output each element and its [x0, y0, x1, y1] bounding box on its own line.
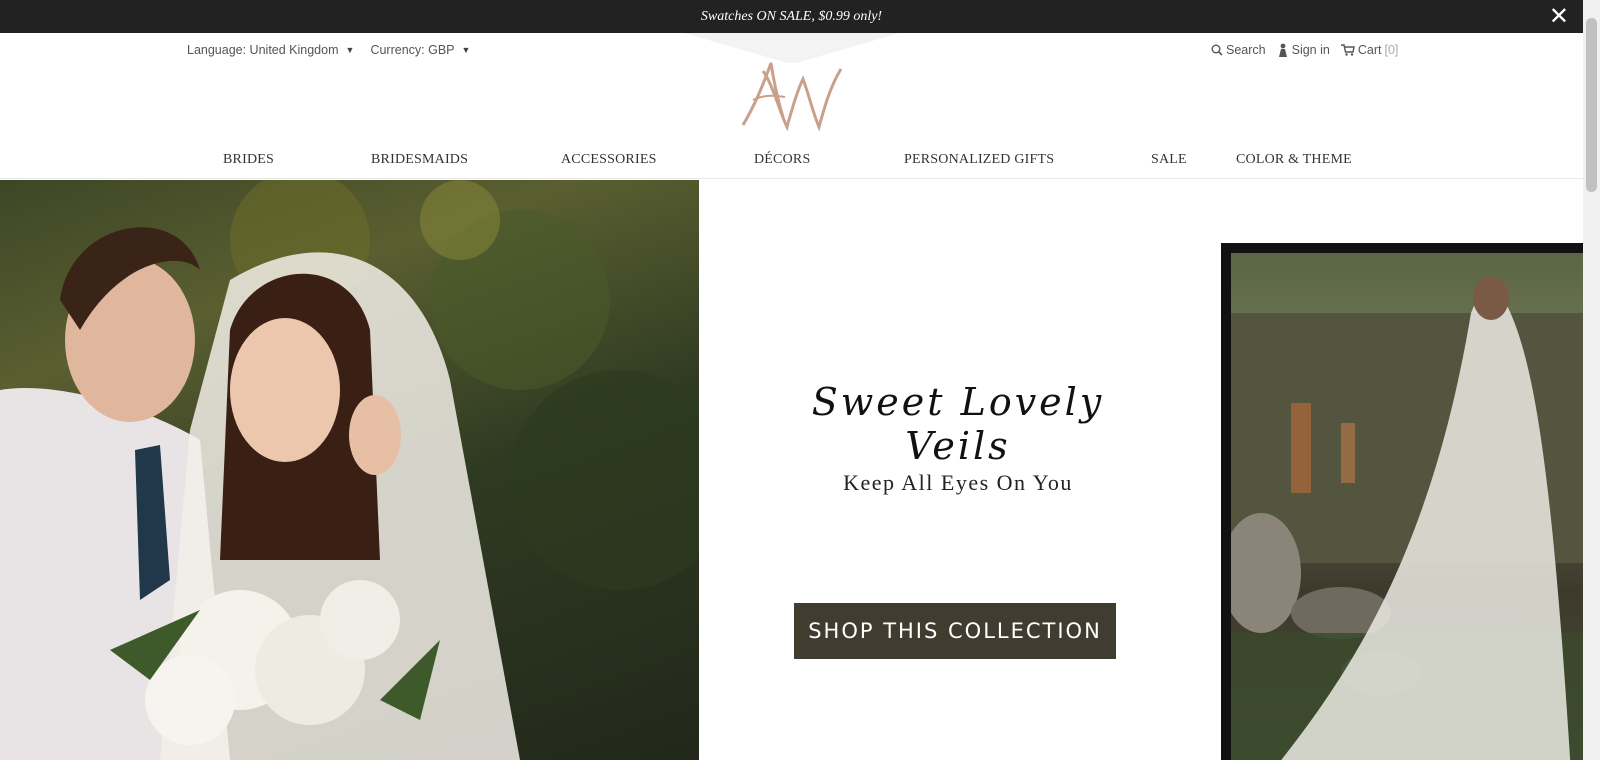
nav-item-decors[interactable]: DÉCORS	[754, 152, 810, 168]
search-icon	[1211, 44, 1223, 56]
nav-item-accessories[interactable]: ACCESSORIES	[561, 152, 657, 168]
person-icon	[1278, 43, 1287, 57]
close-icon[interactable]: ✕	[1549, 4, 1569, 28]
veil-photo-illustration	[1231, 276, 1583, 760]
account-links: Search Sign in Cart [0]	[1211, 43, 1398, 57]
promo-bar: Swatches ON SALE, $0.99 only! ✕	[0, 0, 1583, 33]
signin-link[interactable]: Sign in	[1277, 43, 1330, 57]
hero-headline: Sweet Lovely Veils	[811, 380, 1105, 468]
couple-photo-illustration	[0, 180, 699, 760]
cart-icon	[1340, 44, 1355, 56]
language-label: Language: United Kingdom	[187, 43, 339, 57]
search-link[interactable]: Search	[1211, 43, 1266, 57]
locale-selectors: Language: United Kingdom ▼ Currency: GBP…	[187, 43, 470, 57]
caret-down-icon: ▼	[461, 45, 471, 55]
language-selector[interactable]: Language: United Kingdom ▼	[187, 43, 354, 57]
currency-label: Currency: GBP	[370, 43, 455, 57]
veil-photo[interactable]	[1231, 253, 1583, 760]
site-header: Language: United Kingdom ▼ Currency: GBP…	[0, 33, 1583, 179]
nav-item-color-theme[interactable]: COLOR & THEME	[1236, 152, 1352, 168]
signin-label: Sign in	[1291, 43, 1330, 57]
search-label: Search	[1226, 43, 1266, 57]
scrollbar-thumb[interactable]	[1586, 18, 1597, 192]
caret-down-icon: ▼	[345, 45, 355, 55]
veil-photo-frame	[1221, 243, 1583, 760]
currency-selector[interactable]: Currency: GBP ▼	[370, 43, 470, 57]
monogram-logo-icon	[741, 62, 843, 132]
main-nav: BRIDES BRIDESMAIDS ACCESSORIES DÉCORS PE…	[0, 146, 1583, 176]
page-scrollbar[interactable]	[1583, 0, 1600, 760]
couple-photo[interactable]	[0, 180, 699, 760]
hero-banner: Sweet Lovely Veils Keep All Eyes On You …	[0, 180, 1583, 760]
site-logo[interactable]	[733, 55, 849, 135]
hero-subhead: Keep All Eyes On You	[843, 470, 1073, 495]
cart-link[interactable]: Cart [0]	[1340, 43, 1399, 57]
cart-label: Cart	[1357, 43, 1382, 57]
shop-collection-button[interactable]: SHOP THIS COLLECTION	[794, 603, 1116, 659]
nav-item-brides[interactable]: BRIDES	[223, 152, 274, 168]
nav-item-bridesmaids[interactable]: BRIDESMAIDS	[371, 152, 468, 168]
cart-count: [0]	[1384, 43, 1399, 57]
nav-item-sale[interactable]: SALE	[1151, 152, 1187, 168]
promo-text: Swatches ON SALE, $0.99 only!	[700, 8, 883, 24]
nav-item-personalized-gifts[interactable]: PERSONALIZED GIFTS	[904, 152, 1054, 168]
